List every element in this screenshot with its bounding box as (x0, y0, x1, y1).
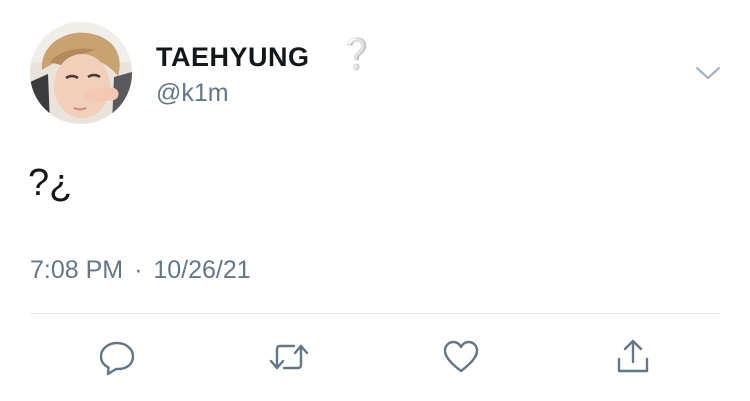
reply-button[interactable] (94, 334, 140, 380)
tweet-text: ?¿ (28, 162, 73, 204)
like-button[interactable] (438, 334, 484, 380)
tweet-date: 10/26/21 (153, 256, 251, 284)
tweet-time: 7:08 PM (30, 256, 124, 284)
author-display-name[interactable]: TAEHYUNG (156, 42, 310, 72)
timestamp-separator: · (134, 256, 143, 284)
question-emoji-icon: ❔ (338, 37, 376, 72)
reply-icon (97, 337, 137, 377)
author-handle[interactable]: @k1m (156, 78, 229, 108)
retweet-icon (267, 337, 311, 377)
divider (30, 313, 720, 314)
tweet-timestamp[interactable]: 7:08 PM · 10/26/21 (30, 254, 251, 286)
heart-icon (441, 337, 481, 377)
chevron-down-icon[interactable] (694, 62, 722, 84)
retweet-button[interactable] (266, 334, 312, 380)
share-button[interactable] (610, 334, 656, 380)
share-icon (613, 337, 653, 377)
author-avatar[interactable] (30, 22, 132, 124)
